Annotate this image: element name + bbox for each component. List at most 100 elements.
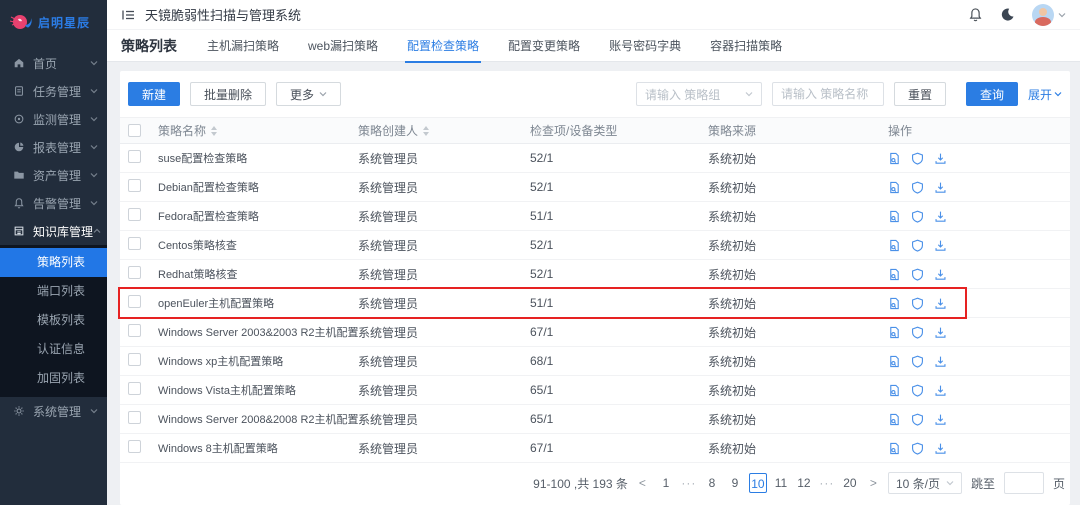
sort-icon[interactable] <box>211 126 217 136</box>
view-policy-icon[interactable] <box>888 326 901 339</box>
download-icon[interactable] <box>934 413 947 426</box>
query-button[interactable]: 查询 <box>966 82 1018 106</box>
row-checkbox[interactable] <box>128 353 141 366</box>
shield-icon[interactable] <box>911 384 924 397</box>
tab-item[interactable]: 配置变更策略 <box>508 30 580 62</box>
sidebar-subitem[interactable]: 端口列表 <box>0 277 107 306</box>
page-size-select[interactable]: 10 条/页 <box>888 472 962 494</box>
download-icon[interactable] <box>934 384 947 397</box>
download-icon[interactable] <box>934 210 947 223</box>
download-icon[interactable] <box>934 442 947 455</box>
policy-name-cell: Windows 8主机配置策略 <box>158 440 358 456</box>
prev-page-button[interactable]: < <box>637 476 648 490</box>
page-number[interactable]: 1 <box>657 473 675 493</box>
sort-icon[interactable] <box>423 126 429 136</box>
row-checkbox[interactable] <box>128 382 141 395</box>
sidebar-subitem[interactable]: 策略列表 <box>0 248 107 277</box>
shield-icon[interactable] <box>911 239 924 252</box>
view-policy-icon[interactable] <box>888 413 901 426</box>
system-icon <box>13 405 26 418</box>
view-policy-icon[interactable] <box>888 355 901 368</box>
sidebar-subitem[interactable]: 模板列表 <box>0 306 107 335</box>
view-policy-icon[interactable] <box>888 239 901 252</box>
page-number[interactable]: 11 <box>772 473 790 493</box>
col-policy-creator[interactable]: 策略创建人 <box>358 122 530 139</box>
expand-link[interactable]: 展开 <box>1028 86 1062 103</box>
row-checkbox-cell <box>128 266 158 282</box>
row-checkbox[interactable] <box>128 179 141 192</box>
page-number[interactable]: 20 <box>841 473 859 493</box>
shield-icon[interactable] <box>911 152 924 165</box>
view-policy-icon[interactable] <box>888 442 901 455</box>
row-checkbox[interactable] <box>128 440 141 453</box>
view-policy-icon[interactable] <box>888 384 901 397</box>
sidebar-item-knowledge[interactable]: 知识库管理 <box>0 217 107 245</box>
sidebar-subitem[interactable]: 认证信息 <box>0 335 107 364</box>
dark-mode-moon-icon[interactable] <box>1000 7 1015 22</box>
view-policy-icon[interactable] <box>888 268 901 281</box>
download-icon[interactable] <box>934 326 947 339</box>
tab-item[interactable]: 配置检查策略 <box>407 30 479 62</box>
download-icon[interactable] <box>934 239 947 252</box>
download-icon[interactable] <box>934 152 947 165</box>
download-icon[interactable] <box>934 181 947 194</box>
page-number[interactable]: 12 <box>795 473 813 493</box>
download-icon[interactable] <box>934 268 947 281</box>
shield-icon[interactable] <box>911 268 924 281</box>
row-checkbox[interactable] <box>128 208 141 221</box>
next-page-button[interactable]: > <box>868 476 879 490</box>
tab-item[interactable]: 账号密码字典 <box>609 30 681 62</box>
jump-page-input[interactable] <box>1004 472 1044 494</box>
view-policy-icon[interactable] <box>888 210 901 223</box>
row-checkbox[interactable] <box>128 411 141 424</box>
view-policy-icon[interactable] <box>888 152 901 165</box>
tab-item[interactable]: 容器扫描策略 <box>710 30 782 62</box>
sidebar-subitem[interactable]: 加固列表 <box>0 364 107 393</box>
tab-item[interactable]: 主机漏扫策略 <box>207 30 279 62</box>
shield-icon[interactable] <box>911 297 924 310</box>
row-checkbox[interactable] <box>128 237 141 250</box>
shield-icon[interactable] <box>911 355 924 368</box>
page-number[interactable]: 10 <box>749 473 767 493</box>
sidebar-item-system[interactable]: 系统管理 <box>0 397 107 425</box>
row-checkbox[interactable] <box>128 266 141 279</box>
sidebar-item-home[interactable]: 首页 <box>0 49 107 77</box>
expand-link-label: 展开 <box>1028 86 1052 103</box>
sidebar-item-report[interactable]: 报表管理 <box>0 133 107 161</box>
tab-item[interactable]: web漏扫策略 <box>308 30 378 62</box>
more-button[interactable]: 更多 <box>276 82 341 106</box>
user-avatar[interactable] <box>1032 4 1054 26</box>
shield-icon[interactable] <box>911 210 924 223</box>
policy-name-input[interactable] <box>772 82 884 106</box>
row-checkbox[interactable] <box>128 324 141 337</box>
batch-delete-button[interactable]: 批量删除 <box>190 82 266 106</box>
reset-button[interactable]: 重置 <box>894 82 946 106</box>
sidebar-item-alarm[interactable]: 告警管理 <box>0 189 107 217</box>
notification-bell-icon[interactable] <box>968 7 983 22</box>
shield-icon[interactable] <box>911 326 924 339</box>
user-menu[interactable] <box>1032 4 1066 26</box>
table-row: Windows Server 2003&2003 R2主机配置策略系统管理员67… <box>120 318 1070 347</box>
row-checkbox-cell <box>128 382 158 398</box>
download-icon[interactable] <box>934 355 947 368</box>
view-policy-icon[interactable] <box>888 297 901 310</box>
shield-icon[interactable] <box>911 181 924 194</box>
shield-icon[interactable] <box>911 413 924 426</box>
new-button[interactable]: 新建 <box>128 82 180 106</box>
table-row: Fedora配置检查策略系统管理员51/1系统初始 <box>120 202 1070 231</box>
row-checkbox[interactable] <box>128 150 141 163</box>
col-policy-name[interactable]: 策略名称 <box>158 122 358 139</box>
download-icon[interactable] <box>934 297 947 310</box>
row-checkbox[interactable] <box>128 295 141 308</box>
page-number[interactable]: 9 <box>726 473 744 493</box>
policy-group-select[interactable]: 请输入 策略组 <box>636 82 762 106</box>
collapse-menu-icon[interactable] <box>121 8 135 22</box>
sidebar-item-monitor[interactable]: 监测管理 <box>0 105 107 133</box>
select-all-checkbox[interactable] <box>128 124 141 137</box>
shield-icon[interactable] <box>911 442 924 455</box>
page-number[interactable]: 8 <box>703 473 721 493</box>
view-policy-icon[interactable] <box>888 181 901 194</box>
sidebar-item-task[interactable]: 任务管理 <box>0 77 107 105</box>
row-checkbox-cell <box>128 237 158 253</box>
sidebar-item-asset[interactable]: 资产管理 <box>0 161 107 189</box>
